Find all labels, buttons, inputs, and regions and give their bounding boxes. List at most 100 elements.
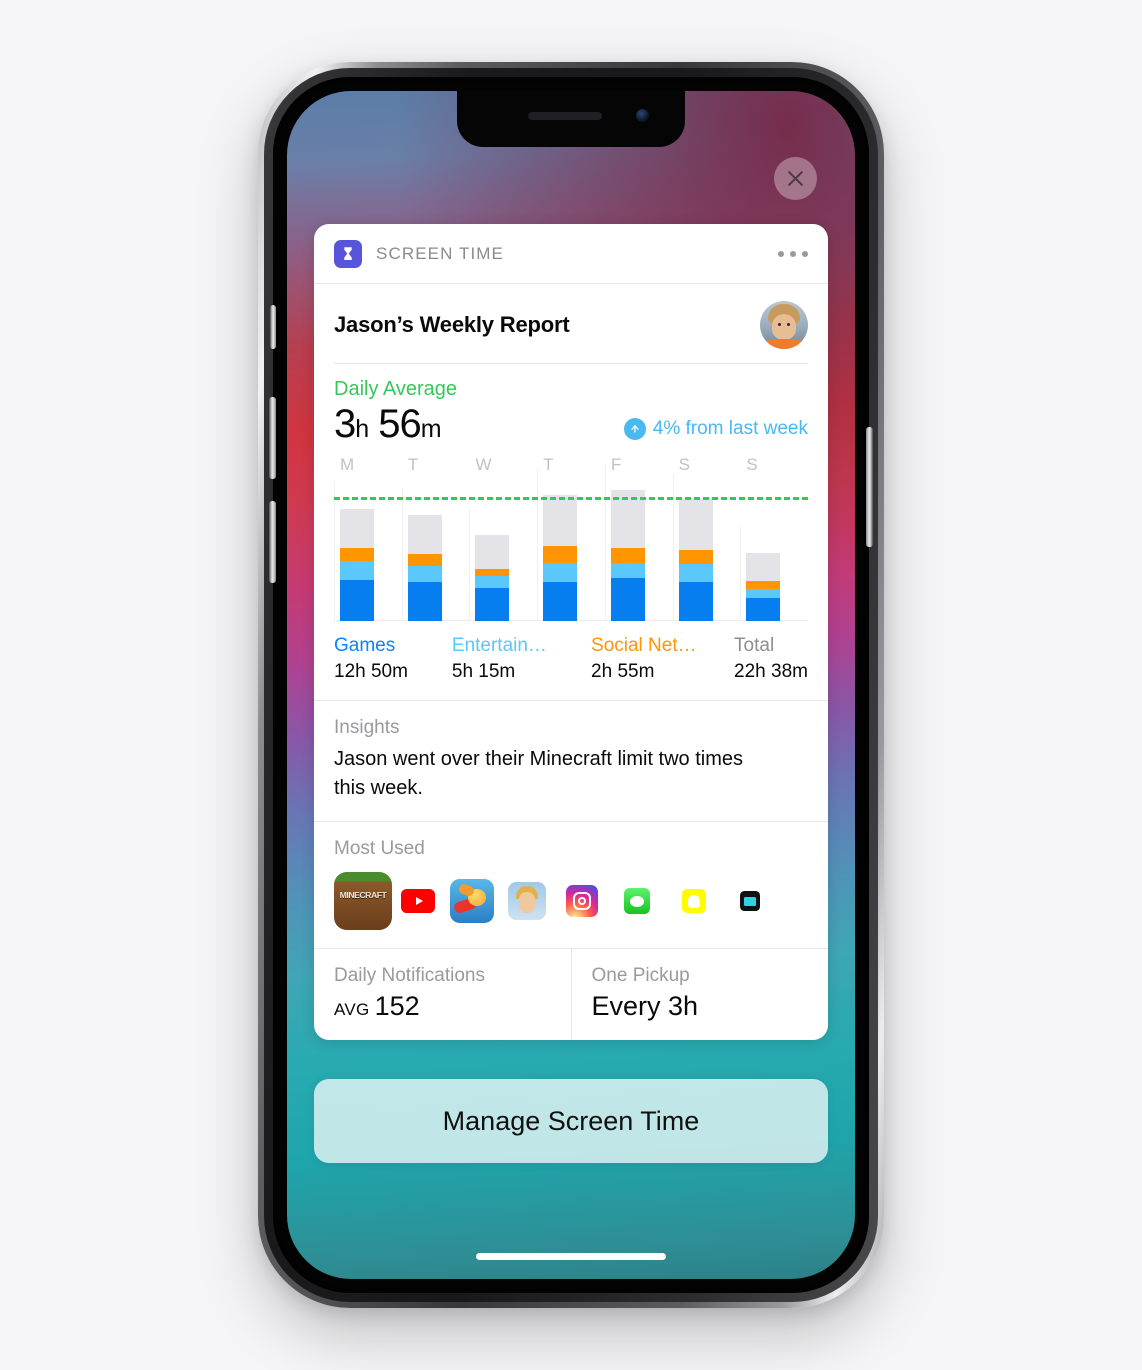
chart-segment-ent-3 (543, 562, 578, 583)
chart-bar-6[interactable] (746, 552, 781, 621)
legend-item-1[interactable]: Entertain… 5h 15m (452, 633, 591, 684)
chart-segment-ent-5 (678, 563, 713, 583)
manage-screen-time-label: Manage Screen Time (442, 1105, 700, 1136)
front-camera-icon (636, 109, 649, 122)
chart-segment-games-2 (475, 587, 510, 621)
messages-app-icon[interactable] (624, 888, 650, 915)
stat-label-0: Daily Notifications (334, 965, 485, 987)
legend-value-1: 5h 15m (451, 660, 516, 682)
chart-bar-column-4 (604, 463, 673, 621)
close-icon (788, 171, 803, 186)
app-slot-6 (682, 872, 740, 930)
daily-average-value: 3h 56m (334, 402, 442, 446)
chart-day-label-0: M (340, 455, 355, 474)
chart-segment-rest-6 (746, 552, 781, 582)
chart-bar-column-2 (469, 509, 537, 621)
chart-plot-area (334, 463, 808, 621)
volume-down-button[interactable] (269, 501, 276, 583)
close-button[interactable] (774, 157, 817, 200)
chart-bar-1[interactable] (407, 515, 442, 621)
volume-up-button[interactable] (269, 397, 276, 479)
manage-screen-time-button[interactable]: Manage Screen Time (314, 1079, 828, 1163)
stat-label-1: One Pickup (591, 965, 690, 987)
hourglass-icon (334, 240, 362, 268)
trend-indicator: 4% from last week (623, 418, 808, 445)
chart-bar-0[interactable] (340, 509, 374, 621)
insights-section: Insights Jason went over their Minecraft… (314, 700, 828, 821)
chart-segment-games-6 (746, 597, 781, 621)
daily-average-row: 3h 56m 4% from last week (314, 401, 828, 445)
chart-gridline-0 (334, 483, 335, 621)
legend-label-3: Total (734, 635, 775, 656)
chart-day-label-3: T (543, 455, 554, 474)
screen-time-card: SCREEN TIME Jason’s Weekly Report Daily … (314, 224, 829, 1041)
avatar (760, 301, 808, 349)
legend-label-2: Social Net… (591, 635, 697, 656)
candycrush-app-icon[interactable] (450, 879, 494, 924)
app-slot-1 (392, 872, 450, 930)
chart-bar-column-3 (537, 468, 605, 621)
chart-bar-4[interactable] (610, 489, 645, 621)
app-slot-5 (624, 872, 682, 930)
chart-segment-games-5 (678, 582, 713, 621)
legend-item-0[interactable]: Games 12h 50m (334, 633, 452, 684)
chart-bar-5[interactable] (678, 498, 713, 621)
chart-segment-games-1 (407, 582, 442, 621)
avg-minutes-unit: m (420, 415, 442, 443)
chart-legend: Games 12h 50m Entertain… 5h 15m Social Net… 2… (314, 621, 828, 700)
minecraft-app-icon[interactable]: MINECRAFT (334, 872, 392, 931)
phone-screen: SCREEN TIME Jason’s Weekly Report Daily … (287, 91, 855, 1279)
daily-limit-line (334, 497, 808, 501)
device-bezel: SCREEN TIME Jason’s Weekly Report Daily … (269, 77, 873, 1293)
chart-segment-rest-3 (543, 494, 578, 547)
chart-gridline-1 (401, 489, 403, 621)
chart-segment-ent-4 (610, 562, 645, 579)
legend-value-2: 2h 55m (591, 660, 655, 682)
more-options-icon[interactable] (778, 251, 808, 257)
chart-segment-ent-2 (475, 576, 510, 588)
chart-segment-rest-0 (340, 509, 374, 549)
app-name-label: SCREEN TIME (376, 244, 504, 263)
chart-day-labels: MTWTFSS (334, 455, 808, 475)
chart-bar-2[interactable] (475, 535, 510, 621)
report-header: Jason’s Weekly Report (314, 284, 828, 349)
chart-segment-rest-2 (475, 535, 510, 569)
home-indicator[interactable] (476, 1253, 666, 1260)
chart-segment-games-4 (610, 578, 645, 621)
stat-1: One Pickup Every 3h (570, 949, 829, 1041)
chart-bar-3[interactable] (543, 494, 578, 621)
avg-minutes: 56 (378, 402, 421, 446)
legend-value-3: 22h 38m (734, 660, 808, 682)
insights-title: Insights (334, 717, 400, 739)
device-notch (457, 91, 685, 147)
chart-segment-rest-5 (678, 498, 713, 551)
instagram-app-icon[interactable] (566, 885, 598, 918)
chart-segment-soc-6 (746, 581, 781, 589)
most-used-section: Most Used MINECRAFT (314, 821, 828, 948)
chart-day-label-2: W (475, 455, 492, 474)
usage-chart: MTWTFSS (314, 445, 828, 621)
snapchat-app-icon[interactable] (682, 889, 706, 914)
chart-bar-column-6 (740, 526, 808, 621)
avg-hours-unit: h (355, 415, 369, 443)
facetime-app-icon[interactable] (740, 891, 760, 912)
screenshot-stage: SCREEN TIME Jason’s Weekly Report Daily … (0, 0, 1142, 1370)
chart-segment-ent-0 (340, 560, 374, 581)
power-button[interactable] (866, 427, 873, 547)
app-slot-3 (508, 872, 566, 930)
silent-switch-button[interactable] (270, 305, 276, 349)
app-slot-4 (566, 872, 624, 930)
avg-hours: 3 (334, 402, 356, 446)
legend-item-2[interactable]: Social Net… 2h 55m (591, 633, 734, 684)
game-app-icon[interactable] (508, 882, 546, 921)
legend-item-3[interactable]: Total 22h 38m (734, 633, 808, 684)
iphone-device: SCREEN TIME Jason’s Weekly Report Daily … (258, 62, 884, 1308)
chart-day-label-5: S (678, 455, 690, 474)
chart-segment-ent-6 (746, 588, 781, 598)
most-used-apps: MINECRAFT (334, 872, 808, 931)
chart-gridline-3 (537, 468, 539, 621)
chart-segment-soc-4 (610, 548, 645, 563)
earpiece-speaker (528, 112, 603, 120)
chart-segment-soc-5 (678, 550, 713, 564)
youtube-app-icon[interactable] (392, 875, 444, 928)
